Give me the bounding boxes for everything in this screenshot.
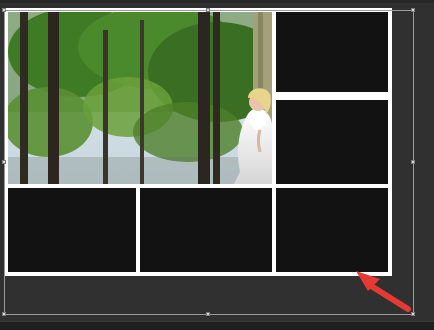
bottom-right-cell[interactable] <box>276 188 388 272</box>
transform-handle-top-center[interactable] <box>206 8 210 12</box>
transform-handle-top-right[interactable] <box>411 8 415 12</box>
top-right-cell[interactable] <box>276 12 388 92</box>
bride-forest-photo <box>8 12 272 184</box>
bottom-left-cell[interactable] <box>8 188 136 272</box>
bottom-middle-cell[interactable] <box>140 188 272 272</box>
photo-cell[interactable] <box>8 12 272 184</box>
transform-handle-bottom-center[interactable] <box>206 312 210 316</box>
collage-layout[interactable] <box>4 8 392 276</box>
top-edge <box>0 0 434 3</box>
transform-handle-top-left[interactable] <box>2 8 6 12</box>
pointer-arrow-icon <box>356 271 411 312</box>
horizontal-scrollbar[interactable] <box>0 321 434 330</box>
canvas-area[interactable] <box>0 0 434 330</box>
transform-handle-middle-left[interactable] <box>2 160 6 164</box>
middle-right-cell[interactable] <box>276 100 388 184</box>
transform-handle-bottom-left[interactable] <box>2 312 6 316</box>
transform-handle-middle-right[interactable] <box>411 160 415 164</box>
